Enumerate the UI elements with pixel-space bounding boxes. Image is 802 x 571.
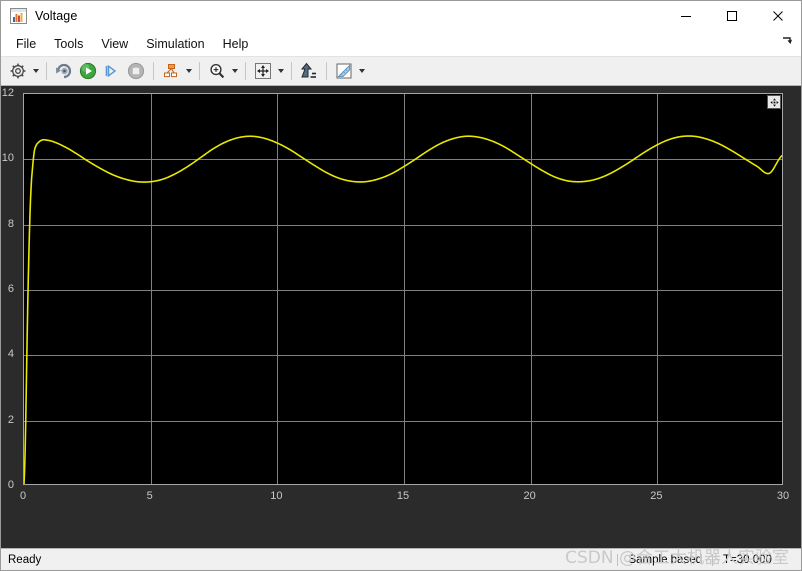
x-tick-label: 0 <box>19 490 27 502</box>
configuration-dropdown-arrow-icon[interactable] <box>30 60 41 82</box>
x-tick-label: 5 <box>146 490 153 502</box>
menu-item-view[interactable]: View <box>92 34 137 54</box>
zoom-in-button[interactable] <box>206 60 228 82</box>
status-ready-label: Ready <box>8 553 42 566</box>
menu-item-simulation[interactable]: Simulation <box>137 34 213 54</box>
status-right-group: Sample based T=30.000 <box>617 553 795 566</box>
y-tick-label: 0 <box>7 479 14 491</box>
window-controls <box>663 1 801 31</box>
y-tick-label: 8 <box>7 217 14 230</box>
x-tick-label: 25 <box>650 490 663 502</box>
configuration-properties-button[interactable] <box>7 60 29 82</box>
plot-area[interactable] <box>23 93 783 485</box>
scope-plot-container[interactable]: 0 2 4 6 8 10 12 0 5 10 15 20 25 30 <box>1 86 801 548</box>
x-tick-label: 30 <box>776 490 790 502</box>
plot-panner-widget[interactable] <box>767 95 781 109</box>
scope-window: Voltage File Tools View Simulation Help … <box>0 0 802 571</box>
menu-bar: File Tools View Simulation Help <box>1 31 801 57</box>
menu-item-tools[interactable]: Tools <box>45 34 92 54</box>
toolbar-separator <box>245 62 246 80</box>
minimize-button[interactable] <box>663 1 709 31</box>
signal-selection-button[interactable] <box>160 60 182 82</box>
toolbar-separator <box>199 62 200 80</box>
maximize-button[interactable] <box>709 1 755 31</box>
toolbar-separator <box>153 62 154 80</box>
toolbar <box>1 57 801 86</box>
zoom-dropdown-arrow-icon[interactable] <box>229 60 240 82</box>
stop-button[interactable] <box>125 60 147 82</box>
pan-dropdown-arrow-icon[interactable] <box>275 60 286 82</box>
x-tick-label: 20 <box>523 490 536 502</box>
x-tick-label: 15 <box>396 490 410 502</box>
run-button[interactable] <box>77 60 99 82</box>
y-tick-label: 10 <box>1 152 14 165</box>
status-simulation-time: T=30.000 <box>712 553 795 566</box>
close-button[interactable] <box>755 1 801 31</box>
simulink-scope-icon <box>10 8 27 24</box>
y-tick-label: 6 <box>7 283 14 295</box>
window-title: Voltage <box>35 9 78 23</box>
toolbar-separator <box>291 62 292 80</box>
cursor-measurements-dropdown-arrow-icon[interactable] <box>356 60 367 82</box>
toolbar-separator <box>46 62 47 80</box>
step-forward-button[interactable] <box>101 60 123 82</box>
status-bar: Ready Sample based T=30.000 CSDN @合工大机器人… <box>1 548 801 570</box>
y-tick-label: 2 <box>7 413 14 426</box>
menu-item-file[interactable]: File <box>7 34 45 54</box>
y-tick-label: 4 <box>7 348 14 361</box>
status-sample-mode: Sample based <box>617 553 712 566</box>
menu-item-help[interactable]: Help <box>214 34 258 54</box>
signal-selection-dropdown-arrow-icon[interactable] <box>183 60 194 82</box>
autoscale-button[interactable] <box>298 60 320 82</box>
menu-overflow-arrow-icon[interactable] <box>781 36 793 49</box>
x-tick-label: 10 <box>270 490 283 502</box>
pan-button[interactable] <box>252 60 274 82</box>
toolbar-separator <box>326 62 327 80</box>
signal-curve <box>24 94 782 484</box>
run-back-to-start-button[interactable] <box>53 60 75 82</box>
cursor-measurements-button[interactable] <box>333 60 355 82</box>
y-tick-label: 12 <box>1 87 14 99</box>
title-bar: Voltage <box>1 1 801 31</box>
